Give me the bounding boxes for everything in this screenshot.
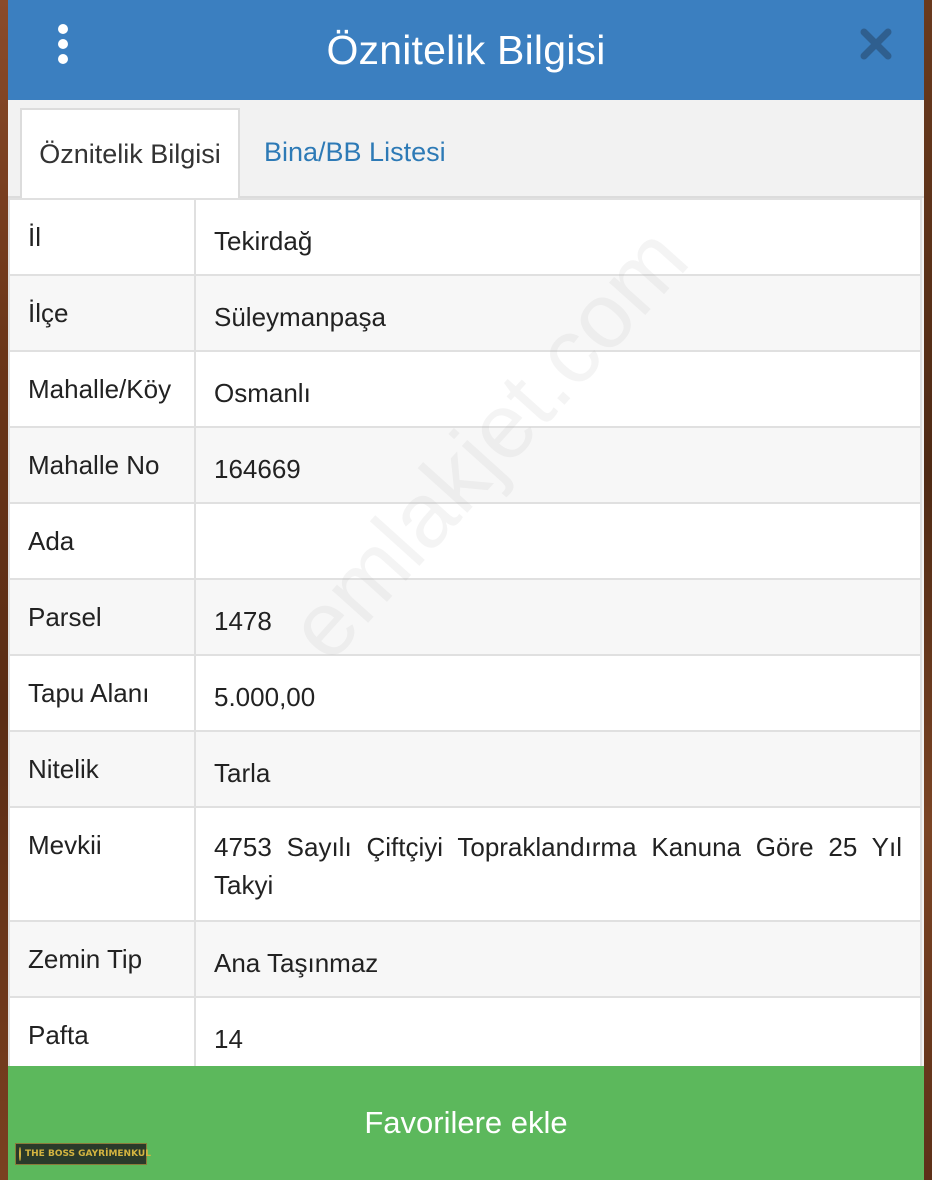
row-value: 1478 [194,578,922,656]
background-left [0,0,8,1180]
row-value: 14 [194,996,922,1074]
row-value: 5.000,00 [194,654,922,732]
row-key: Tapu Alanı [8,654,196,732]
row-key: Mevkii [8,806,196,922]
tab-attribute-info[interactable]: Öznitelik Bilgisi [20,108,240,198]
tab-bar: Öznitelik Bilgisi Bina/BB Listesi [8,100,924,198]
attribute-modal: Öznitelik Bilgisi Öznitelik Bilgisi Bina… [8,0,924,1180]
row-key: Ada [8,502,196,580]
table-row: İl Tekirdağ [8,198,922,276]
table-row: Mevkii 4753 Sayılı Çiftçiyi Topraklandır… [8,806,922,922]
brand-logo: THE BOSS GAYRİMENKUL [15,1143,151,1165]
modal-header: Öznitelik Bilgisi [8,0,924,100]
table-row: Ada [8,502,922,580]
table-row: Pafta 14 [8,996,922,1074]
table-row: Mahalle No 164669 [8,426,922,504]
modal-title: Öznitelik Bilgisi [326,26,606,73]
row-value [194,502,922,580]
row-key: Mahalle/Köy [8,350,196,428]
row-key: Zemin Tip [8,920,196,998]
table-row: İlçe Süleymanpaşa [8,274,922,352]
close-icon[interactable] [858,26,894,62]
row-key: İlçe [8,274,196,352]
table-row: Mahalle/Köy Osmanlı [8,350,922,428]
row-key: Parsel [8,578,196,656]
table-row: Tapu Alanı 5.000,00 [8,654,922,732]
row-value: Tekirdağ [194,198,922,276]
row-value: Tarla [194,730,922,808]
row-value: Süleymanpaşa [194,274,922,352]
row-value: 164669 [194,426,922,504]
logo-emblem-icon [19,1147,21,1161]
row-key: İl [8,198,196,276]
attribute-table: İl Tekirdağ İlçe Süleymanpaşa Mahalle/Kö… [8,198,922,1074]
tab-building-list[interactable]: Bina/BB Listesi [264,108,446,196]
row-key: Nitelik [8,730,196,808]
background-right [924,0,932,1180]
row-key: Mahalle No [8,426,196,504]
row-value: 4753 Sayılı Çiftçiyi Topraklandırma Kanu… [194,806,922,922]
row-key: Pafta [8,996,196,1074]
table-row: Zemin Tip Ana Taşınmaz [8,920,922,998]
row-value: Osmanlı [194,350,922,428]
logo-text: THE BOSS GAYRİMENKUL [25,1149,151,1159]
table-row: Parsel 1478 [8,578,922,656]
table-row: Nitelik Tarla [8,730,922,808]
row-value: Ana Taşınmaz [194,920,922,998]
more-options-icon[interactable] [52,24,74,64]
